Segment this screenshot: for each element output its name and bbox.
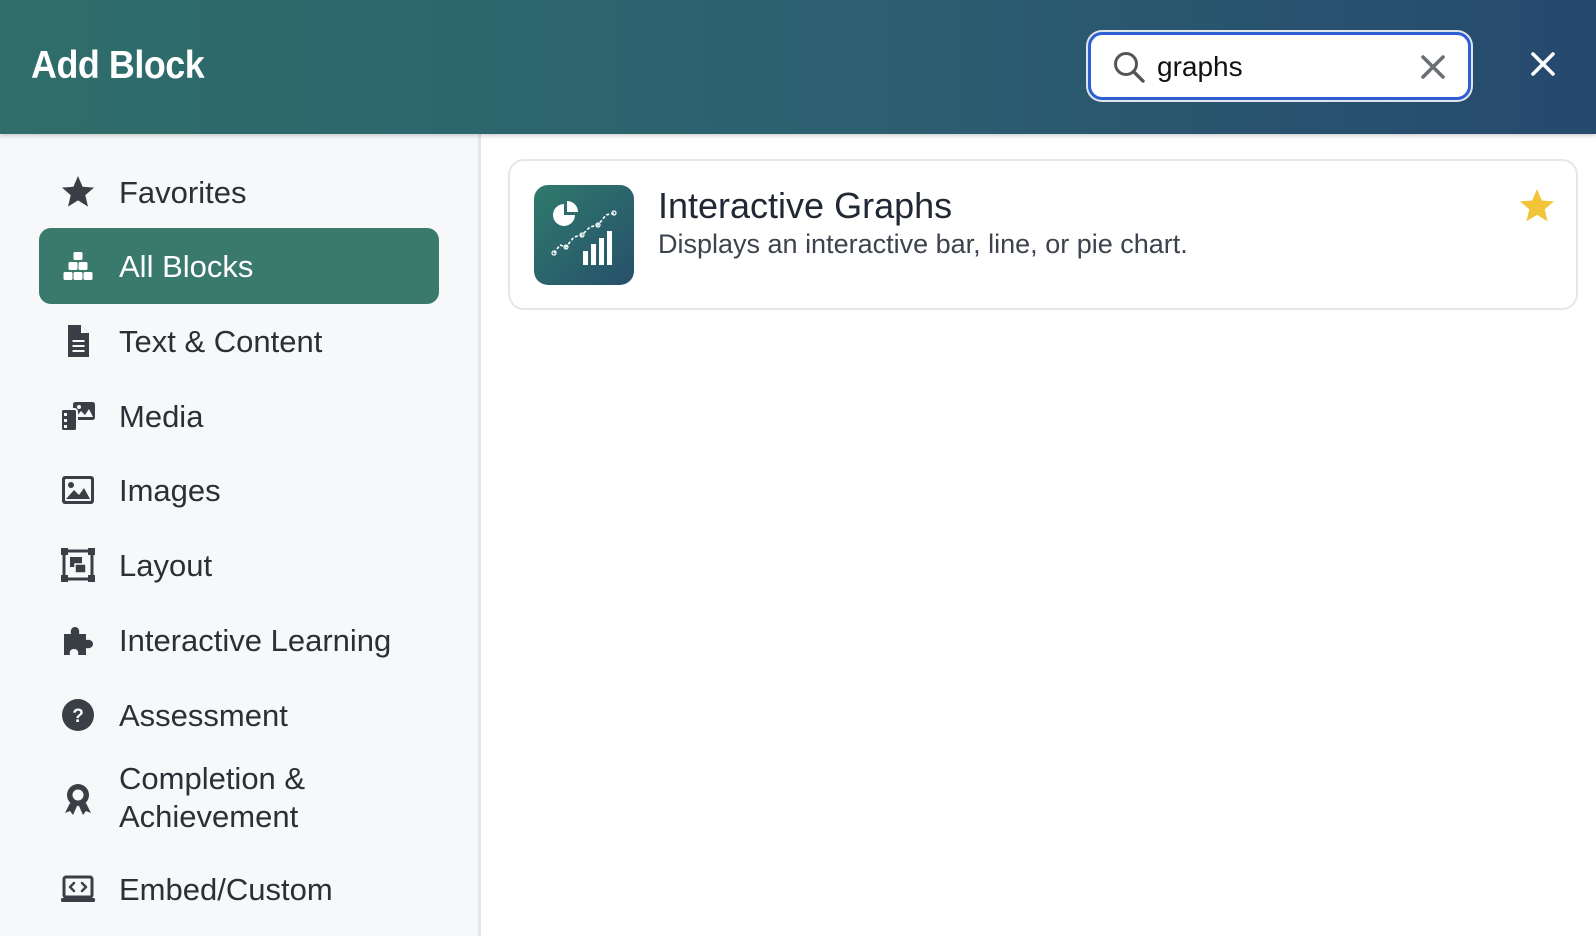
category-sidebar: Favorites All Blocks Text & Content Medi… bbox=[0, 134, 481, 936]
sidebar-item-all-blocks[interactable]: All Blocks bbox=[39, 228, 439, 304]
image-icon bbox=[62, 476, 94, 504]
sidebar-item-label: Assessment bbox=[119, 698, 288, 733]
results-panel: Interactive Graphs Displays an interacti… bbox=[484, 134, 1596, 936]
layout-icon bbox=[61, 548, 95, 582]
embed-icon bbox=[61, 875, 95, 902]
svg-text:?: ? bbox=[72, 706, 84, 727]
award-icon bbox=[65, 784, 91, 815]
sidebar-item-label: Text & Content bbox=[119, 324, 323, 359]
block-title: Interactive Graphs bbox=[658, 185, 953, 226]
close-dialog-icon[interactable] bbox=[1528, 49, 1558, 79]
clear-search-icon[interactable] bbox=[1416, 50, 1450, 84]
question-circle-icon: ? bbox=[62, 699, 94, 731]
search-box[interactable] bbox=[1088, 32, 1471, 100]
sidebar-item-label: Interactive Learning bbox=[119, 623, 392, 658]
sidebar-item-label: Completion & Achievement bbox=[119, 761, 306, 834]
document-icon bbox=[68, 325, 89, 357]
dialog-title: Add Block bbox=[31, 44, 205, 87]
sidebar-item-layout[interactable]: Layout bbox=[39, 527, 439, 603]
sidebar-item-label: Favorites bbox=[119, 175, 247, 210]
sidebar-item-assessment[interactable]: ? Assessment bbox=[39, 677, 439, 753]
sidebar-item-label: Embed/Custom bbox=[119, 872, 333, 907]
media-icon bbox=[60, 402, 95, 432]
puzzle-icon bbox=[64, 627, 93, 655]
sidebar-item-text-content[interactable]: Text & Content bbox=[39, 303, 439, 379]
sidebar-item-images[interactable]: Images bbox=[39, 452, 439, 528]
chart-icon bbox=[534, 185, 634, 285]
blocks-icon bbox=[63, 252, 93, 280]
sidebar-item-media[interactable]: Media bbox=[39, 378, 439, 454]
search-input[interactable] bbox=[1157, 47, 1407, 87]
sidebar-item-label: Images bbox=[119, 473, 221, 508]
star-icon bbox=[62, 176, 94, 207]
dialog-header: Add Block bbox=[0, 0, 1596, 134]
sidebar-item-embed-custom[interactable]: Embed/Custom bbox=[39, 851, 439, 927]
search-icon bbox=[1114, 52, 1145, 83]
sidebar-item-label: Layout bbox=[119, 548, 213, 583]
sidebar-item-label: Media bbox=[119, 399, 204, 434]
sidebar-item-completion-achievement[interactable]: Completion & Achievement bbox=[39, 752, 439, 846]
sidebar-item-label: All Blocks bbox=[119, 249, 254, 284]
sidebar-item-interactive-learning[interactable]: Interactive Learning bbox=[39, 602, 439, 678]
block-card-interactive-graphs[interactable]: Interactive Graphs Displays an interacti… bbox=[508, 159, 1578, 310]
favorite-star-icon[interactable] bbox=[1518, 187, 1556, 225]
block-description: Displays an interactive bar, line, or pi… bbox=[658, 229, 1188, 259]
sidebar-item-favorites[interactable]: Favorites bbox=[39, 154, 439, 230]
